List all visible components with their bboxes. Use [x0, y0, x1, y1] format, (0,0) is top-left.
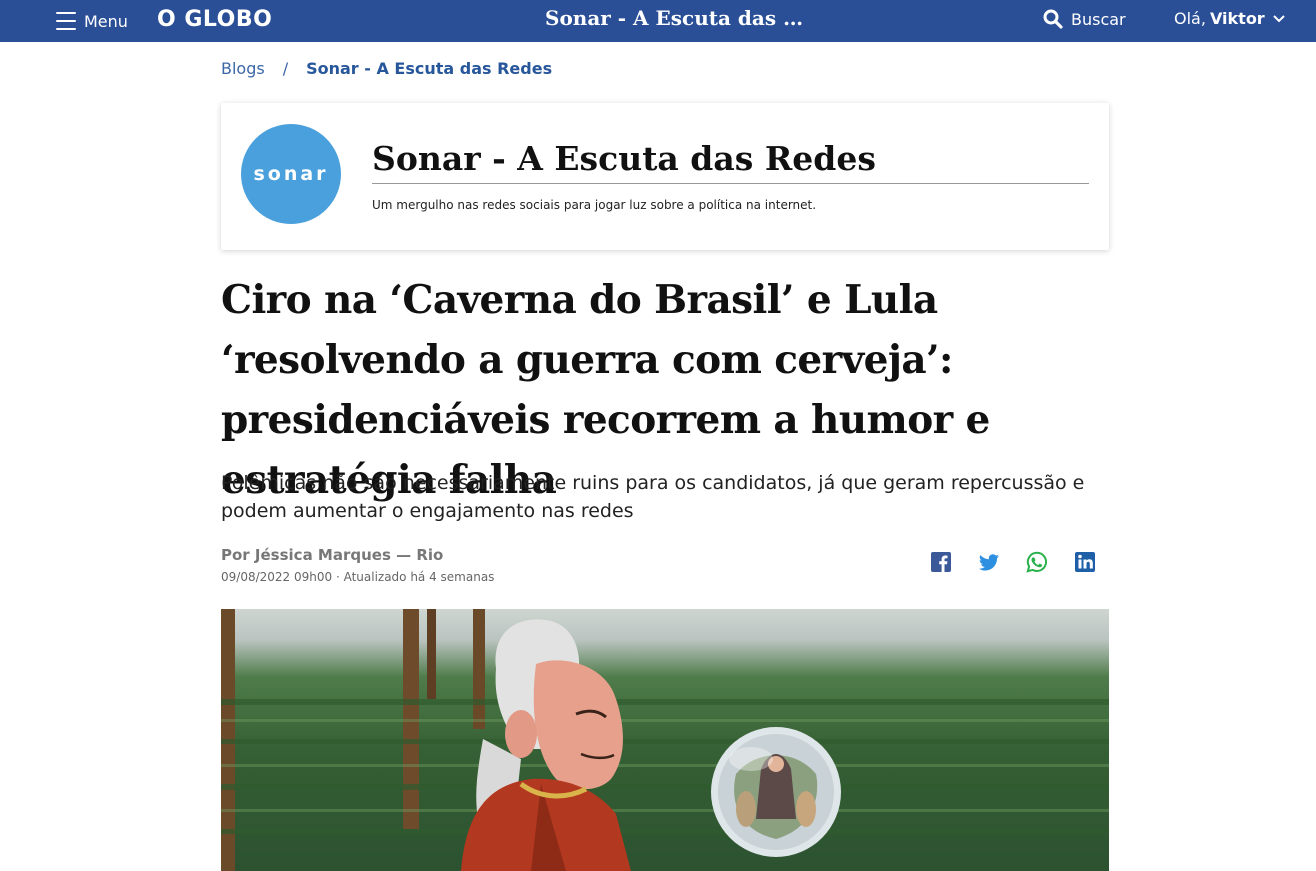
menu-button[interactable]: Menu	[56, 9, 128, 33]
facebook-icon	[931, 552, 951, 572]
chevron-down-icon	[1272, 14, 1285, 22]
hamburger-icon	[56, 12, 76, 30]
search-icon	[1043, 9, 1063, 29]
article-hero-image[interactable]	[221, 609, 1109, 871]
sonar-logo[interactable]: sonar	[241, 124, 341, 224]
blog-divider	[372, 183, 1089, 184]
blog-description: Um mergulho nas redes sociais para jogar…	[372, 198, 817, 212]
cartoon-illustration	[221, 609, 1109, 871]
greeting-text: Olá,	[1174, 9, 1206, 28]
share-twitter-button[interactable]	[978, 551, 1000, 573]
o-globo-logo[interactable]: O GLOBO	[157, 7, 272, 32]
nav-blog-title: Sonar - A Escuta das …	[545, 6, 804, 30]
breadcrumb: Blogs / Sonar - A Escuta das Redes	[221, 59, 552, 78]
blog-title[interactable]: Sonar - A Escuta das Redes	[372, 139, 876, 178]
search-label: Buscar	[1071, 9, 1126, 29]
share-whatsapp-button[interactable]	[1026, 551, 1048, 573]
sonar-logo-text: sonar	[253, 163, 329, 185]
article-dateline: 09/08/2022 09h00 · Atualizado há 4 seman…	[221, 570, 495, 584]
user-menu-button[interactable]: Olá, Viktor	[1174, 9, 1286, 28]
article-subheadline: Polêmicas não são necessariamente ruins …	[221, 472, 1085, 522]
twitter-icon	[979, 554, 999, 571]
breadcrumb-current-link[interactable]: Sonar - A Escuta das Redes	[306, 59, 552, 78]
menu-label: Menu	[84, 11, 128, 31]
share-linkedin-button[interactable]	[1074, 551, 1096, 573]
linkedin-icon	[1075, 552, 1095, 572]
search-button[interactable]: Buscar	[1043, 9, 1126, 29]
breadcrumb-separator: /	[282, 59, 289, 78]
share-facebook-button[interactable]	[930, 551, 952, 573]
breadcrumb-blogs-link[interactable]: Blogs	[221, 59, 265, 78]
user-name: Viktor	[1209, 9, 1265, 28]
article-byline[interactable]: Por Jéssica Marques — Rio	[221, 546, 443, 564]
blog-header-card: sonar Sonar - A Escuta das Redes Um merg…	[221, 103, 1109, 250]
top-navigation-bar: Menu O GLOBO Sonar - A Escuta das … Busc…	[0, 0, 1316, 42]
whatsapp-icon	[1026, 551, 1048, 573]
